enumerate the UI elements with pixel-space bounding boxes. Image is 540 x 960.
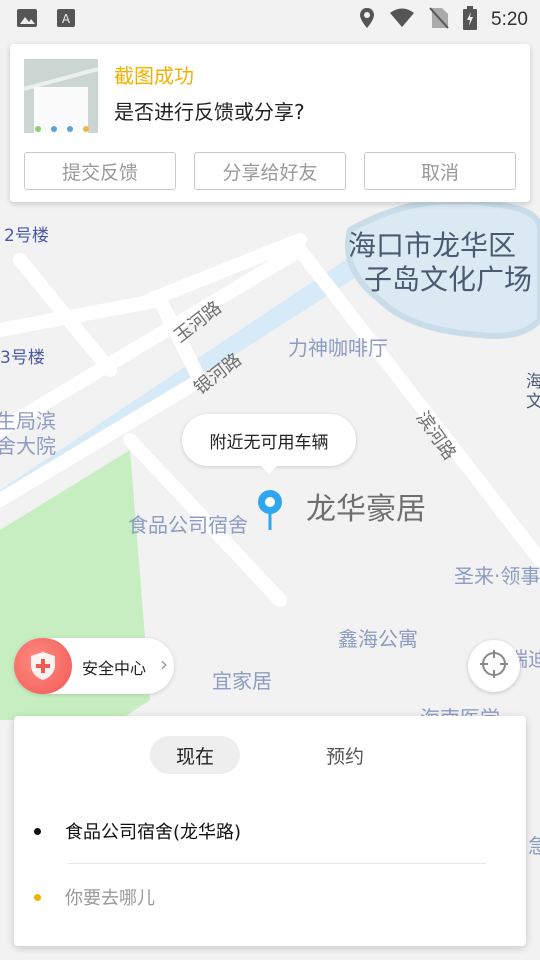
origin-text: 食品公司宿舍(龙华路) bbox=[65, 822, 242, 843]
notification-message: 是否进行反馈或分享? bbox=[114, 100, 305, 124]
map-label-building3: 3号楼 bbox=[0, 348, 45, 368]
locate-me-button[interactable] bbox=[468, 640, 520, 692]
chevron-right-icon: › bbox=[160, 652, 168, 676]
safety-center-label: 安全中心 bbox=[82, 659, 147, 678]
notification-title: 截图成功 bbox=[114, 64, 194, 88]
origin-field[interactable]: 食品公司宿舍(龙华路) bbox=[34, 818, 241, 844]
image-icon bbox=[16, 8, 38, 32]
share-to-friends-button[interactable]: 分享给好友 bbox=[194, 152, 346, 190]
map-label-edge-right2: 急 bbox=[528, 834, 540, 858]
ride-request-card: 现在 预约 食品公司宿舍(龙华路) 你要去哪儿 bbox=[14, 716, 526, 946]
no-vehicle-callout: 附近无可用车辆 bbox=[182, 414, 356, 474]
crosshair-icon bbox=[478, 648, 510, 684]
map-label-main-place: 龙华豪居 bbox=[306, 492, 426, 527]
map-label-xinhai: 鑫海公寓 bbox=[338, 627, 418, 651]
map-label-edge-right: 海文 bbox=[526, 372, 540, 412]
cancel-button[interactable]: 取消 bbox=[364, 152, 516, 190]
submit-feedback-button[interactable]: 提交反馈 bbox=[24, 152, 176, 190]
screenshot-notification: 截图成功 是否进行反馈或分享? 提交反馈 分享给好友 取消 bbox=[10, 44, 530, 202]
location-status-icon bbox=[359, 7, 375, 33]
destination-placeholder: 你要去哪儿 bbox=[65, 888, 155, 909]
map-label-yijia: 宜家居 bbox=[212, 669, 272, 693]
tab-now[interactable]: 现在 bbox=[150, 736, 240, 774]
map-label-bureau-2: 舍大院 bbox=[0, 434, 56, 458]
safety-center-button[interactable]: 安全中心 › bbox=[14, 638, 174, 694]
font-icon: A bbox=[56, 8, 76, 32]
shield-icon bbox=[14, 638, 72, 694]
screenshot-thumbnail[interactable] bbox=[24, 59, 98, 133]
card-divider bbox=[68, 863, 486, 864]
origin-dot-icon bbox=[34, 827, 41, 835]
map-label-cafe: 力神咖啡厅 bbox=[288, 336, 388, 360]
map-label-shenglai: 圣来·领事 bbox=[454, 564, 540, 588]
no-sim-icon bbox=[429, 7, 449, 33]
wifi-icon bbox=[389, 8, 415, 32]
map-label-building2: 2号楼 bbox=[4, 226, 49, 246]
status-time: 5:20 bbox=[491, 9, 528, 30]
battery-icon bbox=[463, 6, 478, 34]
destination-field[interactable]: 你要去哪儿 bbox=[34, 884, 155, 910]
status-bar: A 5:20 bbox=[0, 0, 540, 36]
map-label-district-2: 子岛文化广场 bbox=[364, 263, 533, 296]
tab-reserve[interactable]: 预约 bbox=[310, 736, 380, 774]
svg-text:A: A bbox=[62, 12, 71, 26]
map-label-food-company: 食品公司宿舍 bbox=[128, 513, 248, 537]
destination-dot-icon bbox=[34, 893, 41, 901]
